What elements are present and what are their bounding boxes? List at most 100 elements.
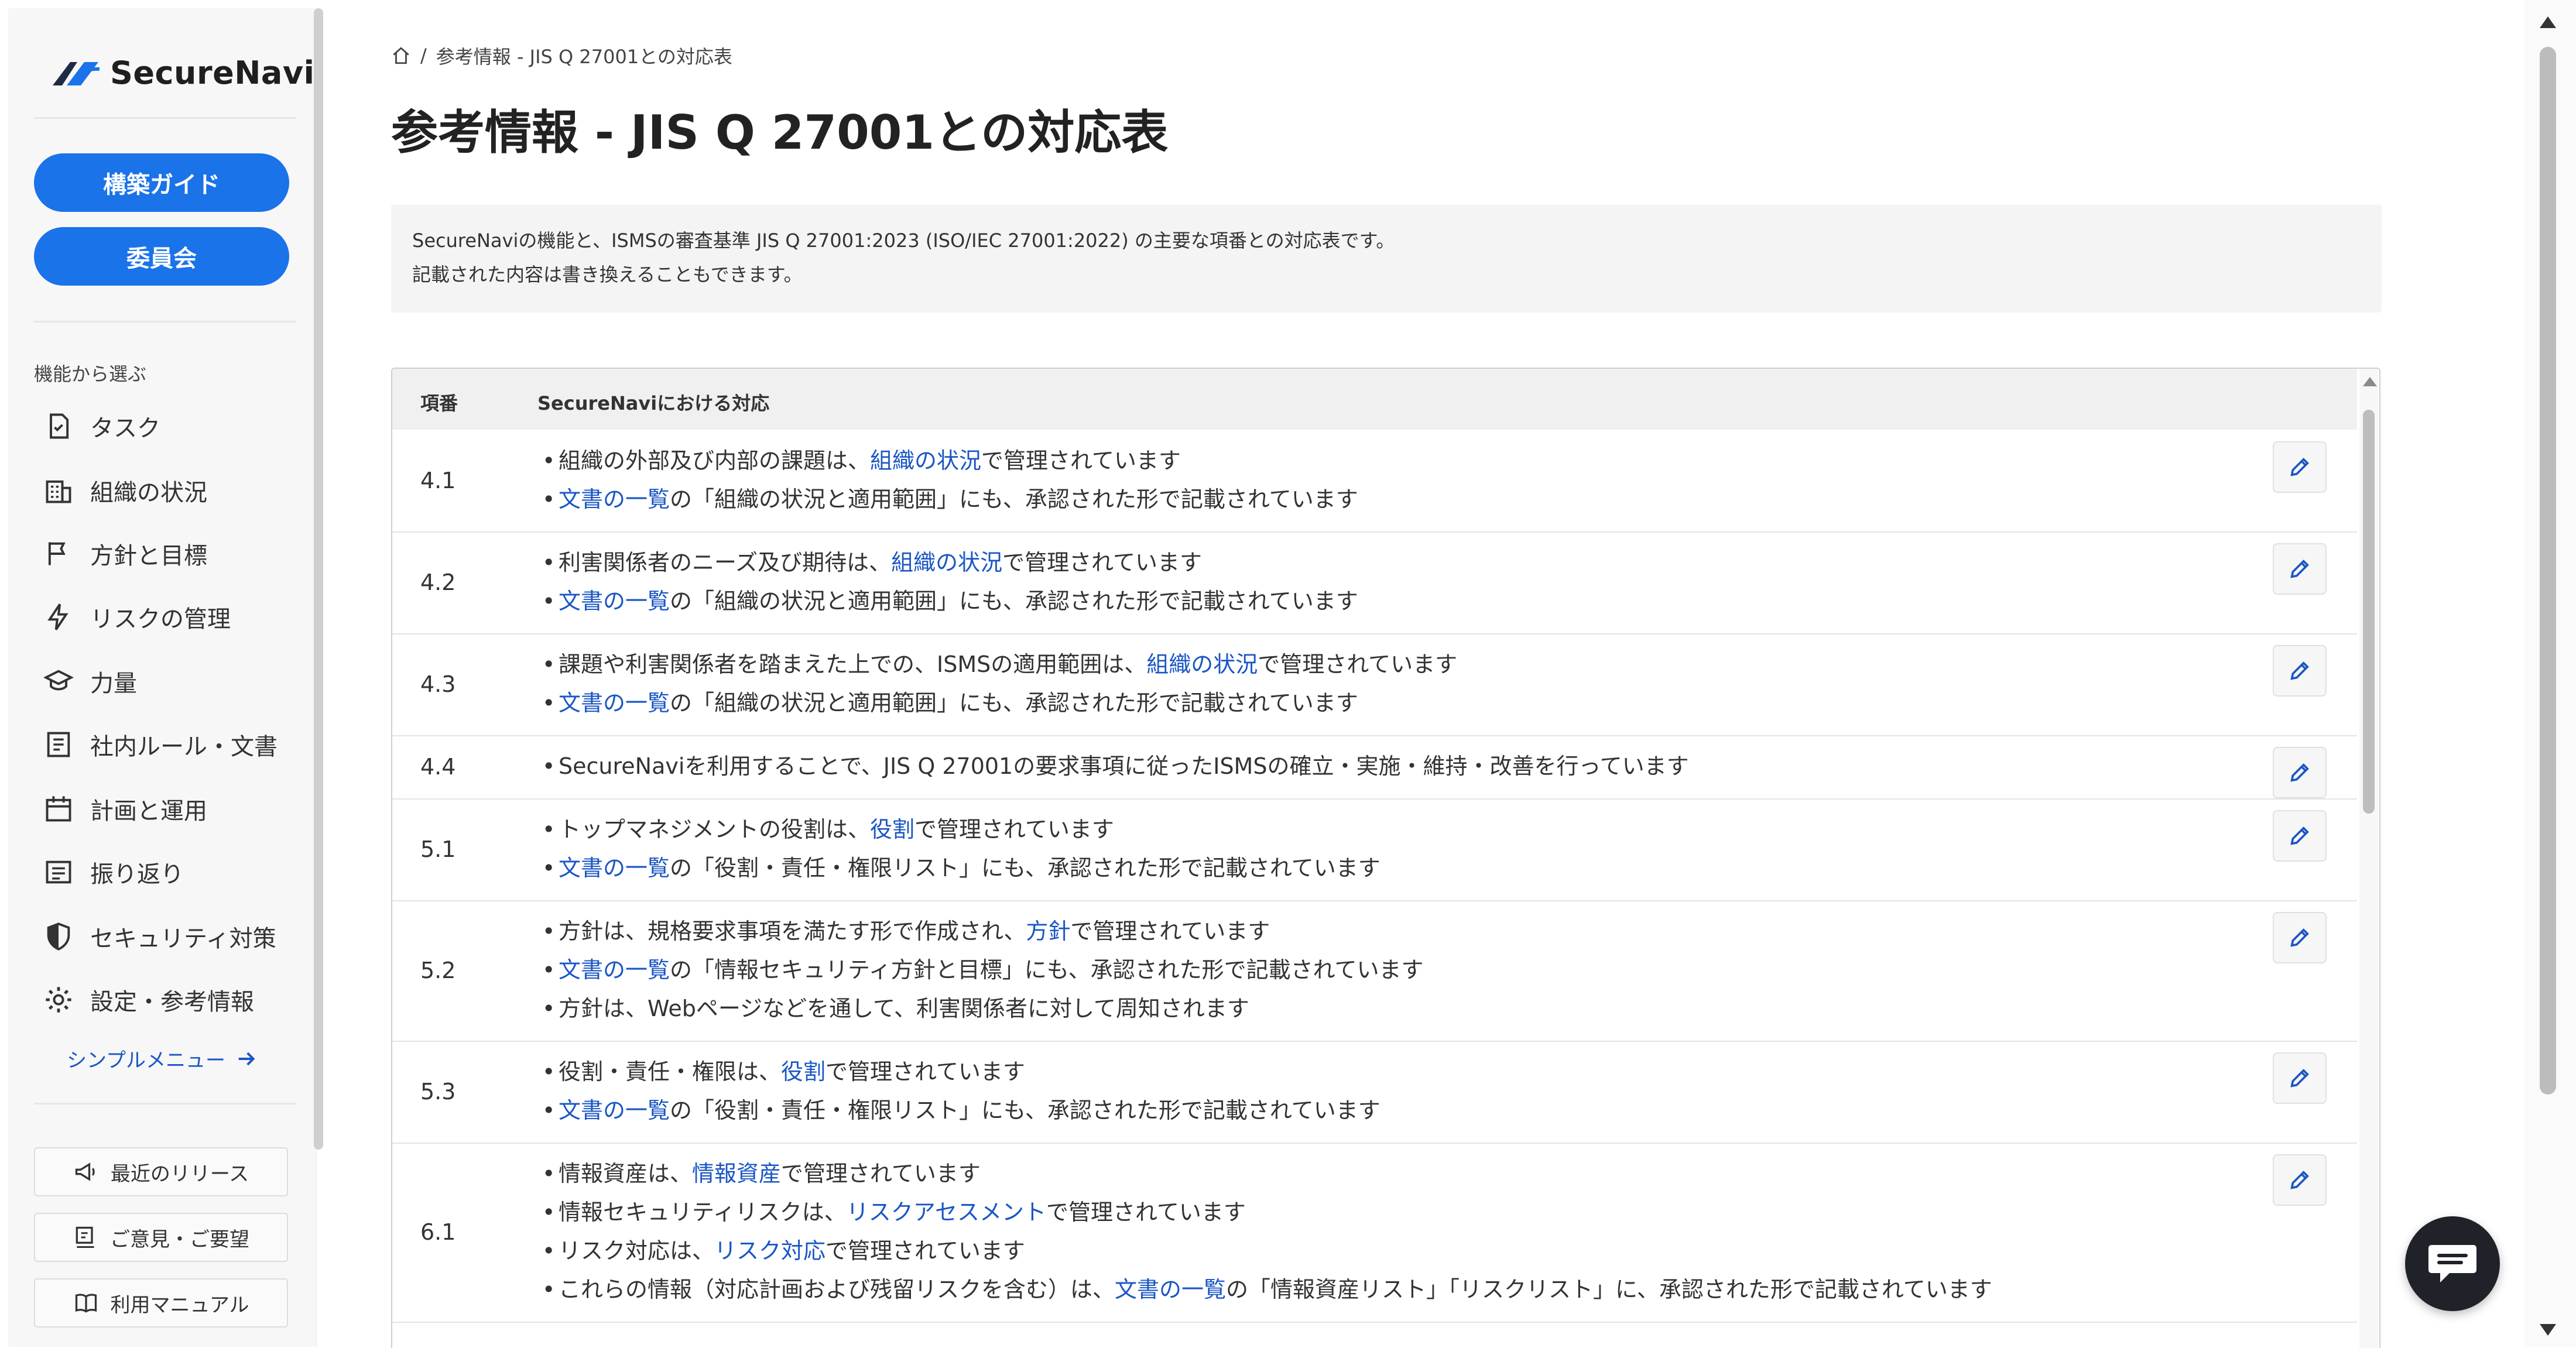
user-manual-label: 利用マニュアル bbox=[110, 1293, 249, 1317]
line-link[interactable]: 組織の状況 bbox=[891, 550, 1002, 575]
shield-icon bbox=[47, 922, 70, 951]
edit-button[interactable] bbox=[2273, 441, 2327, 493]
mapping-line: • 課題や利害関係者を踏まえた上での、ISMSの適用範囲は、組織の状況で管理されて… bbox=[542, 646, 1457, 678]
line-text: 方針は、規格要求事項を満たす形で作成され、 bbox=[559, 918, 1026, 944]
row-number: 5.3 bbox=[420, 1079, 456, 1105]
breadcrumb-current: 参考情報 - JIS Q 27001との対応表 bbox=[436, 46, 732, 68]
sidebar-item-label: 組織の状況 bbox=[90, 479, 207, 506]
edit-button[interactable] bbox=[2273, 810, 2327, 862]
line-text: の「組織の状況と適用範囲」にも、承認された形で記載されています bbox=[670, 588, 1358, 614]
line-text: で管理されています bbox=[1070, 918, 1270, 944]
line-link[interactable]: 役割 bbox=[870, 817, 914, 842]
line-text: リスク対応は、 bbox=[559, 1238, 715, 1264]
sidebar-item-settings[interactable]: 設定・参考情報 bbox=[43, 976, 254, 1023]
book-icon bbox=[75, 1294, 97, 1313]
line-link[interactable]: 文書の一覧 bbox=[559, 1097, 670, 1123]
line-link[interactable]: 方針 bbox=[1026, 918, 1070, 944]
pencil-icon bbox=[2290, 661, 2309, 680]
info-line: SecureNaviの機能と、ISMSの審査基準 JIS Q 27001:202… bbox=[412, 229, 1395, 252]
sidebar-item-rules-documents[interactable]: 社内ルール・文書 bbox=[43, 721, 278, 768]
edit-button[interactable] bbox=[2273, 1154, 2327, 1206]
line-text: で管理されています bbox=[825, 1059, 1025, 1085]
feedback-label: ご意見・ご要望 bbox=[110, 1227, 249, 1251]
bullet: • bbox=[542, 957, 556, 983]
scroll-up-arrow[interactable] bbox=[2363, 377, 2377, 386]
line-link[interactable]: 組織の状況 bbox=[870, 448, 981, 474]
mapping-line: • 文書の一覧の「組織の状況と適用範囲」にも、承認された形で記載されています bbox=[542, 481, 1358, 513]
line-link[interactable]: 文書の一覧 bbox=[559, 957, 670, 983]
document-icon bbox=[47, 732, 70, 757]
line-link[interactable]: 文書の一覧 bbox=[559, 690, 670, 716]
page-scroll-thumb[interactable] bbox=[2540, 47, 2556, 1095]
line-text: 情報セキュリティリスクは、 bbox=[559, 1199, 847, 1225]
sidebar-item-review[interactable]: 振り返り bbox=[43, 849, 184, 896]
bullet: • bbox=[542, 550, 556, 575]
edit-button[interactable] bbox=[2273, 912, 2327, 963]
mapping-line: • 方針は、Webページなどを通して、利害関係者に対して周知されます bbox=[542, 990, 1249, 1023]
line-text: の「組織の状況と適用範囲」にも、承認された形で記載されています bbox=[670, 690, 1358, 716]
sidebar-item-policy-goals[interactable]: 方針と目標 bbox=[43, 530, 207, 577]
edit-button[interactable] bbox=[2273, 645, 2327, 697]
user-manual-button[interactable]: 利用マニュアル bbox=[34, 1278, 288, 1328]
row-number: 6.1 bbox=[420, 1219, 456, 1245]
flag-icon bbox=[48, 542, 66, 565]
line-link[interactable]: 役割 bbox=[781, 1059, 825, 1085]
mapping-line: • 方針は、規格要求事項を満たす形で作成され、方針で管理されています bbox=[542, 913, 1270, 945]
feedback-button[interactable]: ご意見・ご要望 bbox=[34, 1213, 288, 1262]
sidebar-item-label: 計画と運用 bbox=[90, 798, 207, 825]
line-link[interactable]: 文書の一覧 bbox=[1115, 1277, 1226, 1302]
scroll-down-arrow[interactable] bbox=[2540, 1324, 2556, 1336]
line-link[interactable]: 組織の状況 bbox=[1146, 651, 1258, 677]
edit-button[interactable] bbox=[2273, 747, 2327, 798]
bullet: • bbox=[542, 1059, 556, 1085]
recent-releases-button[interactable]: 最近のリリース bbox=[34, 1147, 288, 1196]
line-text: で管理されています bbox=[914, 817, 1114, 842]
page-scrollbar[interactable] bbox=[2524, 0, 2576, 1347]
line-link[interactable]: 情報資産 bbox=[692, 1161, 781, 1186]
committee-button[interactable]: 委員会 bbox=[34, 227, 289, 286]
sidebar-item-security[interactable]: セキュリティ対策 bbox=[43, 913, 276, 960]
sidebar-item-competence[interactable]: 力量 bbox=[43, 658, 137, 705]
bullet: • bbox=[542, 918, 556, 944]
table-row: 5.3 • 役割・責任・権限は、役割で管理されています • 文書の一覧の「役割・責任・権… bbox=[392, 1041, 2357, 1144]
line-text: で管理されています bbox=[1046, 1199, 1246, 1225]
line-link[interactable]: リスク対応 bbox=[714, 1238, 825, 1264]
breadcrumb-separator: / bbox=[420, 44, 427, 67]
brand-logo[interactable]: SecureNavi bbox=[49, 49, 315, 96]
line-text: の「役割・責任・権限リスト」にも、承認された形で記載されています bbox=[670, 1097, 1381, 1123]
sidebar-item-org-context[interactable]: 組織の状況 bbox=[43, 467, 207, 514]
simple-menu-label: シンプルメニュー bbox=[67, 1049, 225, 1072]
sidebar-item-label: タスク bbox=[90, 415, 160, 442]
table-scroll-thumb[interactable] bbox=[2363, 410, 2375, 814]
sidebar: SecureNavi 構築ガイド 委員会 機能から選ぶ タスク 組織の状況 方針… bbox=[8, 8, 323, 1347]
mapping-line: • トップマネジメントの役割は、役割で管理されています bbox=[542, 811, 1114, 843]
brand-name: SecureNavi bbox=[110, 54, 315, 91]
line-link[interactable]: 文書の一覧 bbox=[559, 486, 670, 512]
sidebar-item-risk[interactable]: リスクの管理 bbox=[43, 594, 231, 640]
edit-button[interactable] bbox=[2273, 543, 2327, 595]
line-link[interactable]: 文書の一覧 bbox=[559, 855, 670, 881]
review-icon bbox=[46, 860, 71, 884]
bullet: • bbox=[542, 753, 556, 779]
bullet: • bbox=[542, 448, 556, 474]
mapping-line: • 文書の一覧の「組織の状況と適用範囲」にも、承認された形で記載されています bbox=[542, 685, 1358, 717]
scroll-up-arrow[interactable] bbox=[2540, 16, 2556, 28]
sidebar-scrollbar[interactable] bbox=[314, 8, 323, 1150]
bullet: • bbox=[542, 1238, 556, 1264]
simple-menu-link[interactable]: シンプルメニュー bbox=[67, 1044, 258, 1073]
construction-guide-button[interactable]: 構築ガイド bbox=[34, 153, 289, 212]
sidebar-item-tasks[interactable]: タスク bbox=[43, 403, 160, 450]
sidebar-item-plan-operation[interactable]: 計画と運用 bbox=[43, 786, 207, 832]
sidebar-item-label: リスクの管理 bbox=[90, 606, 231, 633]
mapping-line: • 文書の一覧の「役割・責任・権限リスト」にも、承認された形で記載されています bbox=[542, 850, 1381, 882]
home-icon[interactable] bbox=[391, 46, 411, 66]
line-link[interactable]: 文書の一覧 bbox=[559, 588, 670, 614]
bullet: • bbox=[542, 996, 556, 1021]
divider bbox=[34, 1103, 296, 1105]
edit-button[interactable] bbox=[2273, 1052, 2327, 1104]
table-scrollbar[interactable] bbox=[2359, 369, 2378, 1348]
mapping-line: • これらの情報（対応計画および残留リスクを含む）は、文書の一覧の「情報資産リスト… bbox=[542, 1271, 1992, 1304]
line-link[interactable]: リスクアセスメント bbox=[847, 1199, 1046, 1225]
chat-support-button[interactable] bbox=[2405, 1216, 2500, 1311]
pencil-icon bbox=[2290, 763, 2309, 782]
